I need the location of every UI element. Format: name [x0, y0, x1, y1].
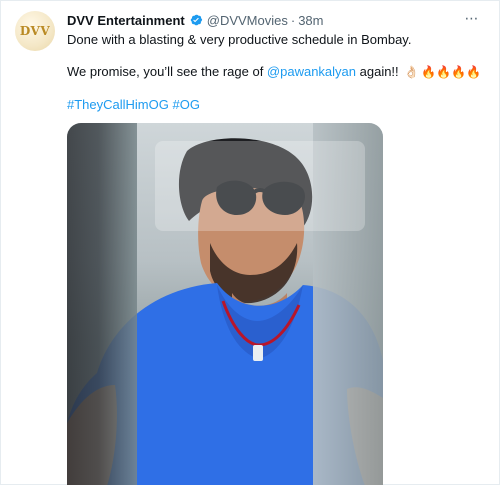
media-background-window — [155, 141, 365, 231]
fire-emoji-icon: 🔥🔥🔥🔥 — [421, 65, 481, 79]
mention-link-pawankalyan[interactable]: @pawankalyan — [267, 64, 356, 79]
tweet-hashtags: #TheyCallHimOG #OG — [67, 96, 483, 113]
tweet-text-line-2: We promise, you’ll see the rage of @pawa… — [67, 63, 483, 81]
pendant-icon — [253, 345, 263, 361]
tweet-text-line-2-prefix: We promise, you’ll see the rage of — [67, 64, 267, 79]
meta-separator: · — [290, 12, 296, 28]
author-name[interactable]: DVV Entertainment — [67, 13, 185, 28]
ok-hand-emoji-icon: 👌🏻 — [404, 65, 420, 79]
media-background-left — [67, 123, 137, 485]
tweet-text-line-1: Done with a blasting & very productive s… — [67, 32, 412, 47]
hashtag-link-og[interactable]: #OG — [172, 97, 199, 112]
tweet-time[interactable]: 38m — [298, 13, 323, 28]
hashtag-link-theycallhimog[interactable]: #TheyCallHimOG — [67, 97, 169, 112]
tweet-card[interactable]: DVV DVV Entertainment @DVVMovies · 38m ⋯… — [0, 0, 500, 485]
avatar[interactable]: DVV — [15, 11, 55, 51]
tweet-header: DVV Entertainment @DVVMovies · 38m — [67, 11, 459, 29]
tweet-media-image[interactable] — [67, 123, 383, 485]
tweet-text-line-2-suffix: again!! — [356, 64, 403, 79]
avatar-logo-text: DVV — [19, 24, 51, 38]
verified-badge-icon — [189, 13, 203, 27]
author-handle[interactable]: @DVVMovies — [207, 13, 288, 28]
more-horizontal-icon[interactable]: ⋯ — [463, 9, 481, 27]
